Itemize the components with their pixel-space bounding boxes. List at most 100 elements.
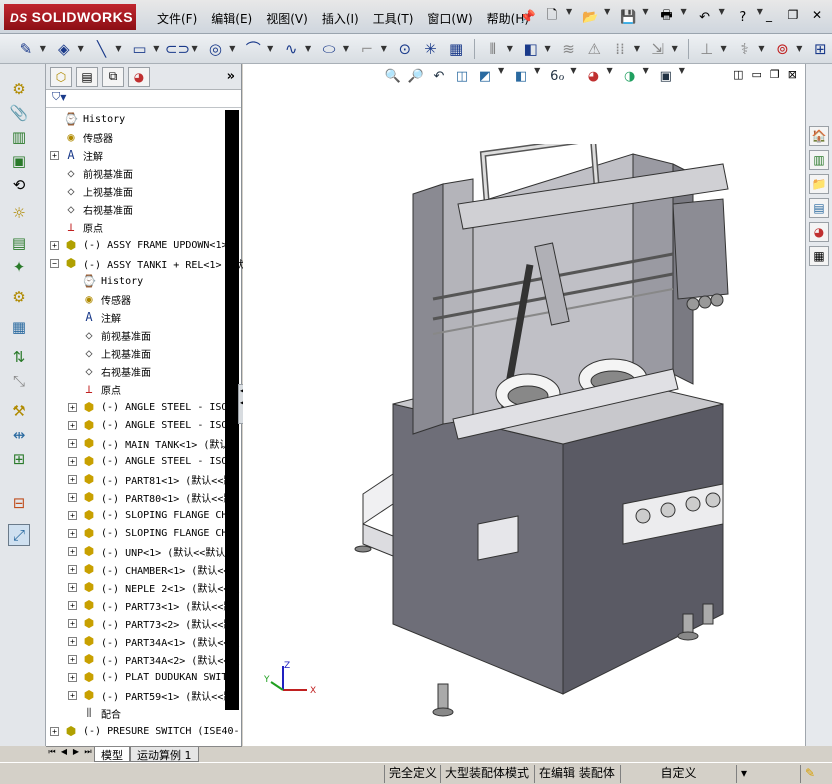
scene-dropdown-icon[interactable]: ▼ <box>643 66 649 86</box>
configuration-tab-icon[interactable]: ⧉ <box>102 66 124 87</box>
rebuild-icon[interactable]: ▾ <box>736 765 760 783</box>
circle-icon[interactable]: ◎ <box>204 37 228 61</box>
undo-dropdown-icon[interactable]: ▼ <box>719 7 725 27</box>
mate-icon[interactable]: 📎 <box>8 102 30 124</box>
property-tab-icon[interactable]: ▤ <box>76 66 98 87</box>
view-orientation-icon[interactable]: ◩ <box>475 66 495 86</box>
tree-expander[interactable]: + <box>68 564 77 574</box>
new-motion-icon[interactable]: ⚙ <box>8 286 30 308</box>
circle-dropdown-icon[interactable]: ▼ <box>229 44 235 53</box>
tree-expander[interactable]: + <box>68 672 77 682</box>
tree-item[interactable]: + ⬢ (-) ANGLE STEEL - ISO 6 <box>68 452 239 470</box>
tree-expander[interactable]: + <box>68 636 77 646</box>
tree-item[interactable]: + ⬢ (-) PART81<1> (默认<<默 <box>68 470 233 488</box>
line-icon[interactable]: ╲ <box>90 37 114 61</box>
tab-prev-icon[interactable]: ◀ <box>58 747 70 762</box>
tree-item[interactable]: + ⬢ (-) PLAT DUDUKAN SWITCH <box>68 668 239 686</box>
tree-item[interactable]: + ⬢ (-) MAIN TANK<1> (默认< <box>68 434 235 452</box>
grid-icon[interactable]: ▦ <box>444 37 468 61</box>
reference-geometry-icon[interactable]: ✦ <box>8 256 30 278</box>
tree-expander[interactable]: + <box>68 420 77 430</box>
tree-item[interactable]: ⌚ History <box>68 272 144 290</box>
apply-scene-icon[interactable]: ◑ <box>620 66 640 86</box>
hole-alignment-icon[interactable]: ⊞ <box>8 448 30 470</box>
open-icon[interactable]: 📂 <box>580 7 600 27</box>
tab-first-icon[interactable]: ⏮ <box>46 747 58 762</box>
tree-expander[interactable]: + <box>68 474 77 484</box>
view-palette-icon[interactable]: ▤ <box>809 198 829 218</box>
tree-expander[interactable]: + <box>50 726 59 736</box>
tree-item[interactable]: + ⬢ (-) SLOPING FLANGE CHAN <box>68 524 239 542</box>
repair-dropdown-icon[interactable]: ▼ <box>758 44 764 53</box>
appearance-dropdown-icon[interactable]: ▼ <box>606 66 612 86</box>
minimize-button[interactable]: _ <box>760 6 778 24</box>
arc-icon[interactable]: ⌒ <box>241 37 265 61</box>
tree-item[interactable]: + ⬢ (-) PART34A<2> (默认<<默 <box>68 650 239 668</box>
menu-window[interactable]: 窗口(W) <box>420 8 479 28</box>
tree-expander[interactable]: + <box>68 528 77 538</box>
bill-of-materials-icon[interactable]: ▦ <box>8 316 30 338</box>
tree-expander[interactable]: + <box>68 600 77 610</box>
view-settings-dropdown-icon[interactable]: ▼ <box>679 66 685 86</box>
quick-snap-icon[interactable]: ⊚ <box>771 37 795 61</box>
tab-next-icon[interactable]: ▶ <box>70 747 82 762</box>
tree-expander[interactable]: + <box>68 402 77 412</box>
tree-item[interactable]: + ⬢ (-) NEPLE 2<1> (默认<<默 <box>68 578 239 596</box>
tree-item[interactable]: ◉ 传感器 <box>50 128 113 146</box>
explode-line-icon[interactable]: ⤡ <box>8 370 30 392</box>
convert-entities-icon[interactable]: ◧ <box>519 37 543 61</box>
convert-dropdown-icon[interactable]: ▼ <box>545 44 551 53</box>
help-balloon-icon[interactable]: ✎ <box>800 765 830 783</box>
tree-item[interactable]: ◇ 上视基准面 <box>50 182 133 200</box>
tree-item[interactable]: ◇ 上视基准面 <box>68 344 151 362</box>
ellipse-dropdown-icon[interactable]: ▼ <box>343 44 349 53</box>
rapid-sketch-icon[interactable]: ⊞ <box>808 37 832 61</box>
tree-item[interactable]: ◇ 右视基准面 <box>68 362 151 380</box>
smart-dimension-icon[interactable]: ◈ <box>52 37 76 61</box>
tree-item[interactable]: + ⬢ (-) PART34A<1> (默认<<默 <box>68 632 239 650</box>
custom-properties-icon[interactable]: ▦ <box>809 246 829 266</box>
pin-icon[interactable]: 📌 <box>518 7 538 27</box>
plane-icon[interactable]: ⊙ <box>393 37 417 61</box>
appearances-icon[interactable]: ◕ <box>809 222 829 242</box>
tree-item[interactable]: + ⬢ (-) UNP<1> (默认<<默认 <box>68 542 225 560</box>
tree-item[interactable]: ◉ 传感器 <box>68 290 131 308</box>
instant3d-icon[interactable]: ⊟ <box>8 492 30 514</box>
tree-item[interactable]: + ⬢ (-) CHAMBER<1> (默认<< <box>68 560 229 578</box>
view-settings-icon[interactable]: ▣ <box>656 66 676 86</box>
menu-insert[interactable]: 插入(I) <box>315 8 366 28</box>
assembly-features-icon[interactable]: ▤ <box>8 232 30 254</box>
slot-icon[interactable]: ⊂⊃ <box>165 37 190 61</box>
tree-item[interactable]: + ⬢ (-) SLOPING FLANGE CHAN <box>68 506 239 524</box>
graphics-area[interactable]: 🔍 🔎 ↶ ◫ ◩▼ ◧▼ 6ℴ▼ ◕▼ ◑▼ ▣▼ ◫ ▭ ❐ ⊠ <box>243 64 805 746</box>
menu-view[interactable]: 视图(V) <box>259 8 315 28</box>
spline-icon[interactable]: ∿ <box>279 37 303 61</box>
open-dropdown-icon[interactable]: ▼ <box>604 7 610 27</box>
tree-expander[interactable]: + <box>68 618 77 628</box>
tree-scrollbar[interactable] <box>225 110 239 710</box>
tree-item[interactable]: + ⬢ (-) PART80<1> (默认<<默 <box>68 488 233 506</box>
hide-show-dropdown-icon[interactable]: ▼ <box>570 66 576 86</box>
display-relations-icon[interactable]: ⊥ <box>695 37 719 61</box>
save-dropdown-icon[interactable]: ▼ <box>642 7 648 27</box>
tree-item[interactable]: + ⬢ (-) PRESURE SWITCH (ISE40- <box>50 722 240 740</box>
tree-expander[interactable]: + <box>68 510 77 520</box>
display-style-icon[interactable]: ◧ <box>511 66 531 86</box>
tree-expander[interactable]: + <box>68 546 77 556</box>
tile-icon[interactable]: ◫ <box>733 68 743 81</box>
show-hidden-icon[interactable]: ☼ <box>8 202 30 224</box>
rectangle-dropdown-icon[interactable]: ▼ <box>153 44 159 53</box>
tree-expander[interactable]: + <box>50 240 59 250</box>
mirror-icon[interactable]: ⫴ <box>481 37 505 61</box>
close-button[interactable]: ✕ <box>808 6 826 24</box>
design-library-icon[interactable]: ▥ <box>809 150 829 170</box>
zoom-area-icon[interactable]: 🔎 <box>406 66 426 86</box>
minimize-view-icon[interactable]: ▭ <box>752 68 762 81</box>
tab-model[interactable]: 模型 <box>94 747 130 762</box>
previous-view-icon[interactable]: ↶ <box>429 66 449 86</box>
zoom-to-fit-icon[interactable]: 🔍 <box>383 66 403 86</box>
restore-view-icon[interactable]: ❐ <box>770 68 780 81</box>
interference-icon[interactable]: ⚒ <box>8 400 30 422</box>
tree-item[interactable]: ◇ 前视基准面 <box>50 164 133 182</box>
display-style-dropdown-icon[interactable]: ▼ <box>534 66 540 86</box>
